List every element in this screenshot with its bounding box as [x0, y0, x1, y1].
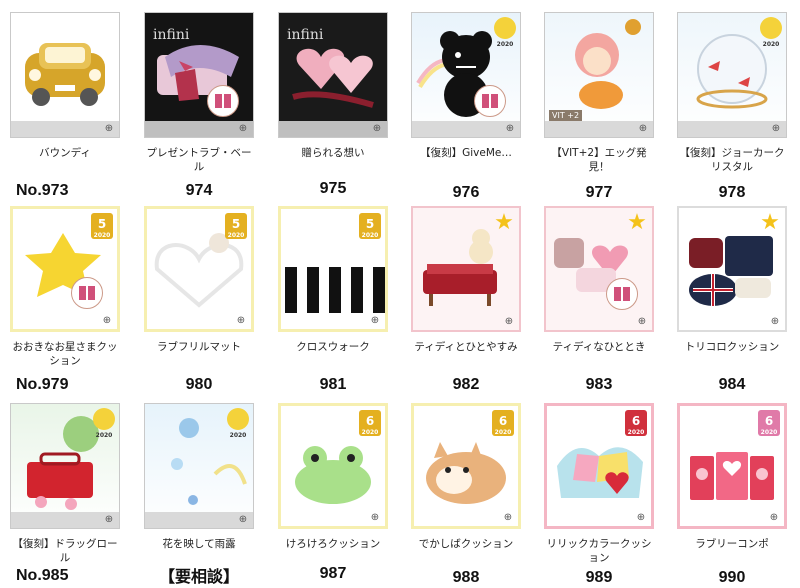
- item-number: No.973: [16, 182, 69, 199]
- item-thumbnail[interactable]: 5 2020 ⊕: [278, 206, 388, 332]
- item-name: リリックカラークッション: [546, 538, 652, 564]
- item-name: 【復刻】GiveMe…: [420, 147, 512, 159]
- item-thumbnail[interactable]: ★ ⊕: [411, 206, 521, 332]
- zoom-icon[interactable]: ⊕: [100, 315, 114, 327]
- zoom-icon[interactable]: ⊕: [236, 514, 250, 526]
- vit-tag: VIT +2: [549, 110, 583, 121]
- badge-icon: 2020: [494, 17, 516, 48]
- item-number: 975: [319, 180, 347, 197]
- item-number: 982: [452, 376, 480, 393]
- item-thumbnail[interactable]: 6 2020 ⊕: [544, 403, 654, 529]
- item-name: ラブリーコンポ: [695, 538, 769, 550]
- egg-character-image: [575, 19, 641, 109]
- item-thumbnail[interactable]: VIT +2 ⊕: [544, 12, 654, 138]
- rarity-badge: 6 2020: [492, 410, 514, 436]
- star-icon: ★: [760, 210, 780, 235]
- item-thumbnail[interactable]: infini ⊕: [278, 12, 388, 138]
- item-name: トリコロクッション: [684, 341, 780, 353]
- rarity-badge: 5 2020: [225, 213, 247, 239]
- item-name: 贈られる想い: [301, 147, 365, 159]
- item-name: ラブフリルマット: [157, 341, 241, 353]
- rarity-badge: 6 2020: [359, 410, 381, 436]
- item-number: 977: [585, 184, 613, 201]
- item-number: 981: [319, 376, 347, 393]
- item-thumbnail[interactable]: infini ⊕: [144, 12, 254, 138]
- star-icon: ★: [494, 210, 514, 235]
- item-thumbnail[interactable]: ⊕: [10, 12, 120, 138]
- zoom-icon[interactable]: ⊕: [501, 512, 515, 524]
- item-thumbnail[interactable]: 5 2020 ⊕: [144, 206, 254, 332]
- item-thumbnail[interactable]: 2020 ⊕: [144, 403, 254, 529]
- item-number: 987: [319, 565, 347, 582]
- item-number: 974: [185, 182, 213, 199]
- item-name: ティディとひとやすみ: [414, 341, 518, 353]
- item-name: バウンディ: [39, 147, 91, 159]
- item-name: クロスウォーク: [296, 341, 370, 353]
- zoom-icon[interactable]: ⊕: [503, 123, 517, 135]
- zoom-icon[interactable]: ⊕: [502, 316, 516, 328]
- rarity-badge: 5 2020: [91, 213, 113, 239]
- item-name: 【VIT+2】エッグ発見！: [551, 147, 647, 173]
- zoom-icon[interactable]: ⊕: [368, 512, 382, 524]
- rarity-badge: 6 2020: [758, 410, 780, 436]
- car-image: [25, 43, 105, 106]
- zoom-icon[interactable]: ⊕: [368, 315, 382, 327]
- item-number: 983: [585, 376, 613, 393]
- zoom-icon[interactable]: ⊕: [636, 123, 650, 135]
- svg-text:infini: infini: [287, 27, 324, 43]
- badge-icon: 2020: [227, 408, 249, 439]
- item-number: 988: [452, 569, 480, 586]
- item-thumbnail[interactable]: 6 2020 ⊕: [677, 403, 787, 529]
- zoom-icon[interactable]: ⊕: [767, 512, 781, 524]
- star-icon: ★: [627, 210, 647, 235]
- item-number: 976: [452, 184, 480, 201]
- item-name: おおきなお星さまクッション: [12, 341, 118, 367]
- gift-icon: [207, 85, 239, 117]
- zoom-icon[interactable]: ⊕: [634, 512, 648, 524]
- item-number: 980: [185, 376, 213, 393]
- zoom-icon[interactable]: ⊕: [635, 316, 649, 328]
- item-thumbnail[interactable]: 6 2020 ⊕: [278, 403, 388, 529]
- zoom-icon[interactable]: ⊕: [768, 316, 782, 328]
- item-name: ティディなひととき: [552, 341, 646, 353]
- item-thumbnail[interactable]: ★ ⊕: [544, 206, 654, 332]
- zoom-icon[interactable]: ⊕: [102, 123, 116, 135]
- gift-icon: [71, 277, 103, 309]
- zoom-icon[interactable]: ⊕: [234, 315, 248, 327]
- rarity-badge: 5 2020: [359, 213, 381, 239]
- item-name: 【復刻】ドラッグロール: [12, 538, 118, 564]
- gift-icon: [606, 278, 638, 310]
- gift-icon: [474, 85, 506, 117]
- item-number: 【要相談】: [158, 569, 239, 586]
- item-thumbnail[interactable]: 2020 ⊕: [10, 403, 120, 529]
- item-thumbnail[interactable]: ★ ⊕: [677, 206, 787, 332]
- item-name: でかしばクッション: [418, 538, 514, 550]
- item-number: 989: [585, 569, 613, 586]
- badge-icon: 2020: [93, 408, 115, 439]
- hearts-image: infini: [287, 27, 374, 108]
- item-number: No.985: [16, 567, 69, 584]
- badge-icon: 2020: [760, 17, 782, 48]
- item-name: プレゼントラブ・ベール: [146, 147, 252, 173]
- item-number: 990: [718, 569, 746, 586]
- zoom-icon[interactable]: ⊕: [236, 123, 250, 135]
- svg-text:infini: infini: [153, 27, 190, 43]
- item-number: 984: [718, 376, 746, 393]
- item-thumbnail[interactable]: 6 2020 ⊕: [411, 403, 521, 529]
- zoom-icon[interactable]: ⊕: [769, 123, 783, 135]
- item-thumbnail[interactable]: 5 2020 ⊕: [10, 206, 120, 332]
- item-thumbnail[interactable]: 2020 ⊕: [677, 12, 787, 138]
- item-number: No.979: [16, 376, 69, 393]
- zoom-icon[interactable]: ⊕: [370, 123, 384, 135]
- rarity-badge: 6 2020: [625, 410, 647, 436]
- item-name: けろけろクッション: [285, 538, 381, 550]
- zoom-icon[interactable]: ⊕: [102, 514, 116, 526]
- item-number: 978: [718, 184, 746, 201]
- item-thumbnail[interactable]: 2020 ⊕: [411, 12, 521, 138]
- item-name: 花を映して雨露: [162, 538, 236, 550]
- item-name: 【復刻】ジョーカークリスタル: [679, 147, 785, 173]
